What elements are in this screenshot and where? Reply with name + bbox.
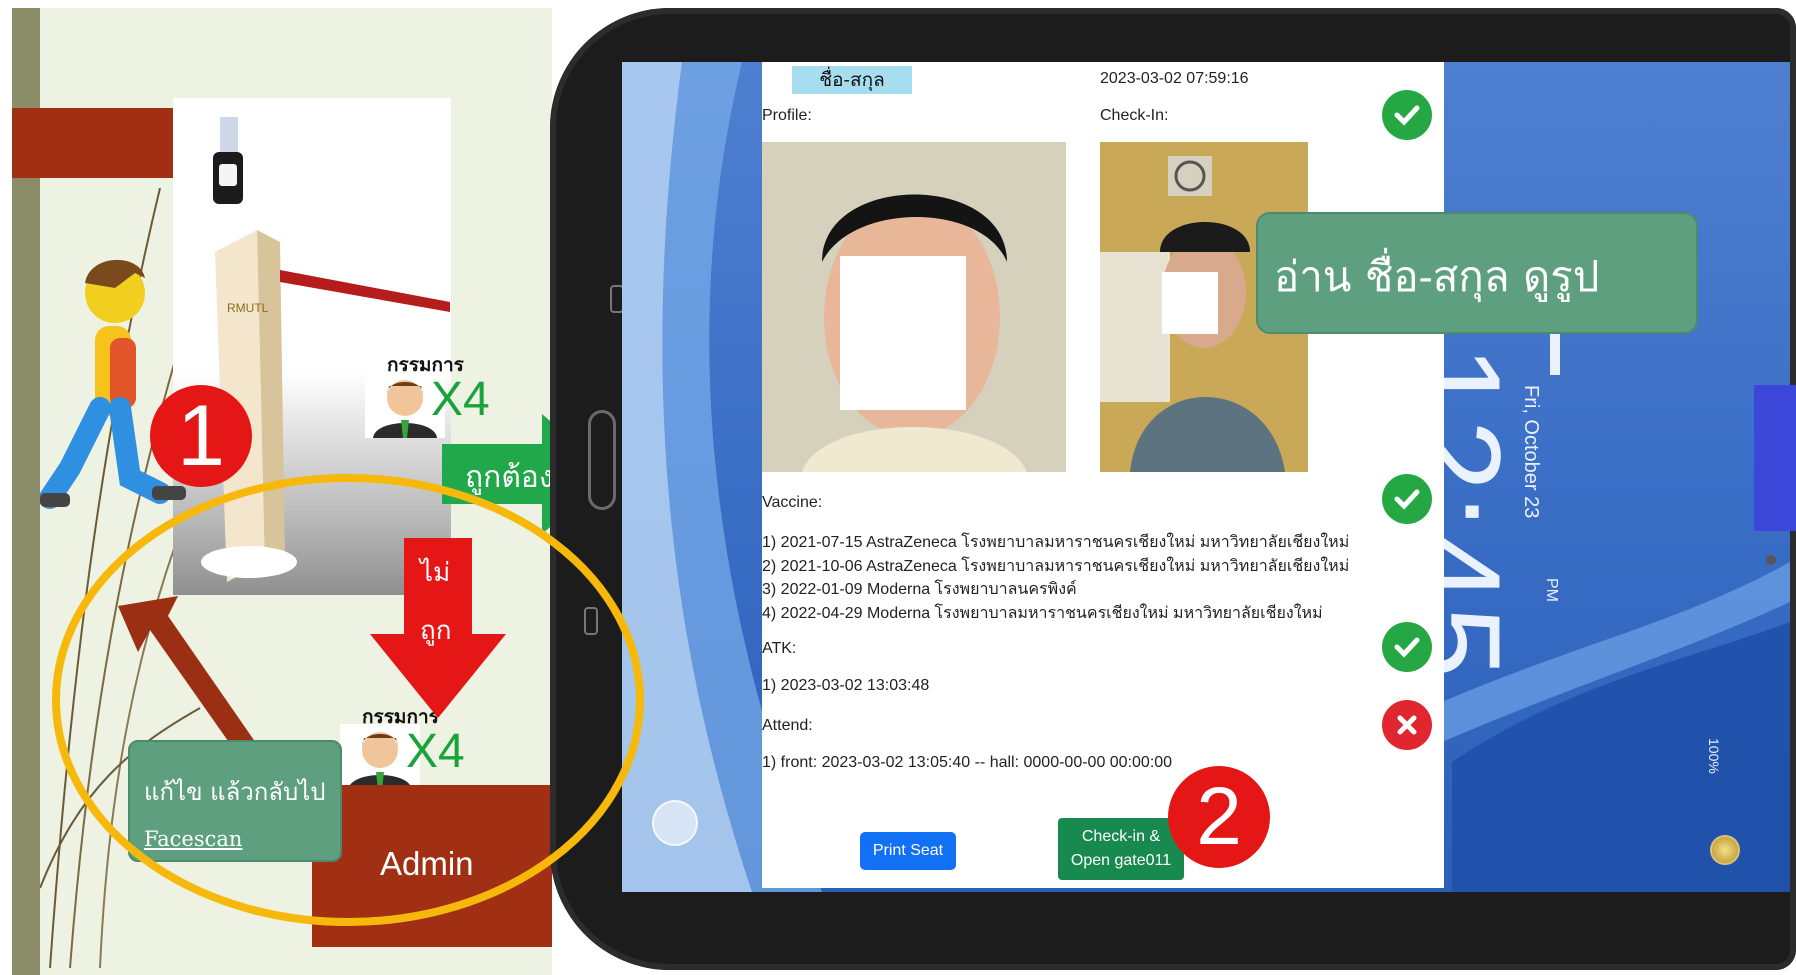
- vaccine-item: 1) 2021-07-15 AstraZeneca โรงพยาบาลมหารา…: [762, 534, 1350, 551]
- checkin-face-mask: [1162, 272, 1218, 334]
- atk-item: 1) 2023-03-02 13:03:48: [762, 677, 930, 694]
- attend-item: 1) front: 2023-03-02 13:05:40 -- hall: 0…: [762, 754, 1173, 771]
- lockscreen-camera-icon[interactable]: [1710, 835, 1740, 865]
- lockscreen-battery: 100%: [1706, 738, 1722, 774]
- vaccine-label: Vaccine:: [762, 494, 823, 511]
- profile-face-mask: [840, 256, 966, 410]
- datetime: 2023-03-02 07:59:16: [1100, 70, 1249, 87]
- gate-logo-text: RMUTL: [227, 301, 269, 315]
- lockscreen-date: Fri, October 23: [1520, 385, 1542, 519]
- profile-label: Profile:: [762, 107, 812, 124]
- step-2-badge: 2: [1168, 766, 1270, 868]
- attend-status-icon: [1382, 700, 1432, 750]
- checkin-status-icon: [1382, 90, 1432, 140]
- read-name-callout-text: อ่าน ชื่อ-สกุล ดูรูป: [1274, 252, 1600, 301]
- lockscreen-ampm: PM: [1543, 578, 1560, 602]
- vaccine-item: 2) 2021-10-06 AstraZeneca โรงพยาบาลมหารา…: [762, 558, 1350, 575]
- attend-label: Attend:: [762, 717, 813, 734]
- lockscreen-phone-icon[interactable]: [652, 800, 698, 846]
- checkin-app-panel: ชื่อ-สกุล 2023-03-02 07:59:16 Profile: C…: [762, 62, 1444, 888]
- vaccine-item: 3) 2022-01-09 Moderna โรงพยาบาลนครพิงค์: [762, 581, 1077, 598]
- vaccine-item: 4) 2022-04-29 Moderna โรงพยาบาลมหาราชนคร…: [762, 605, 1323, 622]
- screenshot-stage: RMUTL 1 กรรมการ X4 กรรมการ X4 ถูกต้อง ไม…: [0, 0, 1796, 975]
- tablet-sensor-dot: [1766, 555, 1776, 565]
- profile-photo: [762, 142, 1066, 472]
- name-chip: ชื่อ-สกุล: [792, 66, 912, 94]
- atk-label: ATK:: [762, 640, 797, 657]
- side-blue-tab: [1754, 385, 1796, 531]
- vaccine-status-icon: [1382, 474, 1432, 524]
- checkin-button-line-1: Check-in &: [1081, 828, 1161, 845]
- admin-process-highlight: [52, 474, 644, 926]
- checkin-button-line-2: Open gate011: [1070, 852, 1172, 869]
- atk-status-icon: [1382, 622, 1432, 672]
- slide-red-bar: [12, 108, 187, 178]
- checkin-label: Check-In:: [1100, 107, 1169, 124]
- checkin-open-gate-button[interactable]: Check-in & Open gate011: [1058, 818, 1184, 880]
- print-seat-button[interactable]: Print Seat: [860, 832, 956, 870]
